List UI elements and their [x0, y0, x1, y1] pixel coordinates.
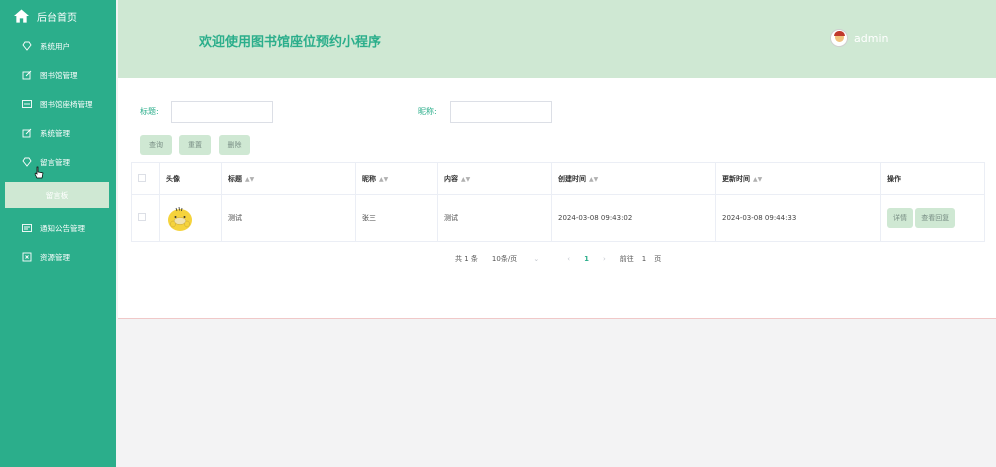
query-button[interactable]: 查询 — [140, 135, 172, 155]
nickname-filter-label: 昵称: — [418, 107, 437, 116]
nickname-cell: 张三 — [355, 194, 438, 242]
page-title: 欢迎使用图书馆座位预约小程序 — [199, 35, 382, 50]
sidebar-item-messages[interactable]: 留言管理 — [0, 152, 116, 172]
user-menu[interactable]: admin — [830, 29, 888, 47]
created-cell: 2024-03-08 09:43:02 — [551, 194, 716, 242]
table-header-row: 头像 标题 ▲▼ 昵称 ▲▼ 内容 ▲▼ 创建时间 ▲▼ 更新时间 ▲▼ 操作 — [131, 162, 985, 195]
home-icon — [14, 9, 29, 23]
sort-icon[interactable]: ▲▼ — [379, 176, 388, 183]
column-header-actions: 操作 — [880, 162, 985, 195]
updated-cell: 2024-03-08 09:44:33 — [715, 194, 881, 242]
reset-button[interactable]: 重置 — [179, 135, 211, 155]
actions-cell: 详情 查看回复 — [880, 194, 985, 242]
sort-icon[interactable]: ▲▼ — [245, 176, 254, 183]
column-header-content[interactable]: 内容 ▲▼ — [437, 162, 552, 195]
sidebar-item-label: 图书馆座椅管理 — [40, 99, 93, 109]
avatar — [168, 206, 192, 231]
sidebar-item-users[interactable]: 系统用户 — [0, 36, 116, 56]
chevron-down-icon: ⌄ — [533, 255, 540, 263]
sidebar: 后台首页 系统用户 图书馆管理 图书馆座椅管理 系统管理 留言管理 留言板 通知… — [0, 0, 116, 467]
pagination: 共 1 条 10条/页 ⌄ ‹ 1 › 前往 1 页 — [455, 254, 675, 264]
sidebar-item-system[interactable]: 系统管理 — [0, 123, 116, 143]
sidebar-item-label: 图书馆管理 — [40, 70, 78, 80]
sidebar-item-notices[interactable]: 通知公告管理 — [0, 218, 116, 238]
diamond-icon — [22, 41, 32, 51]
sidebar-subitem-message-board[interactable]: 留言板 — [5, 182, 109, 208]
content-cell: 测试 — [437, 194, 552, 242]
row-checkbox[interactable] — [138, 213, 146, 221]
column-header-created[interactable]: 创建时间 ▲▼ — [551, 162, 716, 195]
user-name: admin — [854, 31, 889, 45]
column-header-avatar: 头像 — [159, 162, 222, 195]
user-avatar — [830, 29, 848, 47]
edit-icon — [22, 128, 32, 138]
title-cell: 测试 — [221, 194, 356, 242]
page-unit-label: 页 — [654, 255, 662, 263]
messages-table: 头像 标题▲▼ 昵称▲▼ 内容▲▼ 创建时间▲▼ 更新时间▲▼ 操作 — [131, 162, 985, 242]
main-panel: 标题: 昵称: 查询 重置 删除 头像 标题 ▲▼ 昵称 ▲▼ 内容 ▲▼ 创建时间 ▲… — [118, 78, 996, 319]
page-number-current[interactable]: 1 — [584, 255, 589, 263]
sidebar-home[interactable]: 后台首页 — [14, 7, 77, 25]
sidebar-home-label: 后台首页 — [37, 12, 77, 24]
page-size-select[interactable]: 10条/页 ⌄ — [492, 254, 553, 264]
top-header: 欢迎使用图书馆座位预约小程序 admin — [118, 0, 996, 78]
row-select-cell[interactable] — [131, 194, 160, 242]
next-page-icon[interactable]: › — [603, 255, 606, 263]
sidebar-item-label: 通知公告管理 — [40, 223, 85, 233]
sidebar-item-library[interactable]: 图书馆管理 — [0, 65, 116, 85]
select-all-cell[interactable] — [131, 162, 160, 195]
sidebar-item-resources[interactable]: 资源管理 — [0, 247, 116, 267]
title-filter-input[interactable] — [171, 101, 273, 123]
table-row: 测试 张三 测试 2024-03-08 09:43:02 2024-03-08 … — [131, 194, 985, 242]
select-all-checkbox[interactable] — [138, 173, 146, 182]
column-header-nickname[interactable]: 昵称 ▲▼ — [355, 162, 438, 195]
nickname-filter-input[interactable] — [450, 101, 552, 123]
resource-icon — [22, 252, 32, 262]
title-filter-label: 标题: — [140, 107, 159, 116]
sidebar-item-label: 系统用户 — [40, 41, 70, 51]
pointer-cursor-icon — [34, 166, 44, 179]
sidebar-item-label: 系统管理 — [40, 128, 70, 138]
sort-icon[interactable]: ▲▼ — [753, 176, 762, 183]
goto-label: 前往 — [619, 255, 634, 263]
sidebar-item-label: 资源管理 — [40, 252, 70, 262]
detail-button[interactable]: 详情 — [887, 208, 913, 228]
seat-icon — [22, 99, 32, 109]
sort-icon[interactable]: ▲▼ — [461, 176, 470, 183]
pagination-total: 共 1 条 — [455, 255, 478, 263]
edit-icon — [22, 70, 32, 80]
notice-icon — [22, 223, 32, 233]
view-reply-button[interactable]: 查看回复 — [915, 208, 956, 228]
delete-button[interactable]: 删除 — [219, 135, 250, 155]
sort-icon[interactable]: ▲▼ — [589, 176, 598, 183]
prev-page-icon[interactable]: ‹ — [567, 255, 570, 263]
avatar-cell — [159, 194, 222, 242]
column-header-title[interactable]: 标题 ▲▼ — [221, 162, 356, 195]
diamond-icon — [22, 157, 32, 167]
sidebar-item-seats[interactable]: 图书馆座椅管理 — [0, 94, 116, 114]
column-header-updated[interactable]: 更新时间 ▲▼ — [715, 162, 881, 195]
goto-page-input[interactable]: 1 — [642, 255, 646, 263]
sidebar-item-label: 留言管理 — [40, 157, 70, 167]
